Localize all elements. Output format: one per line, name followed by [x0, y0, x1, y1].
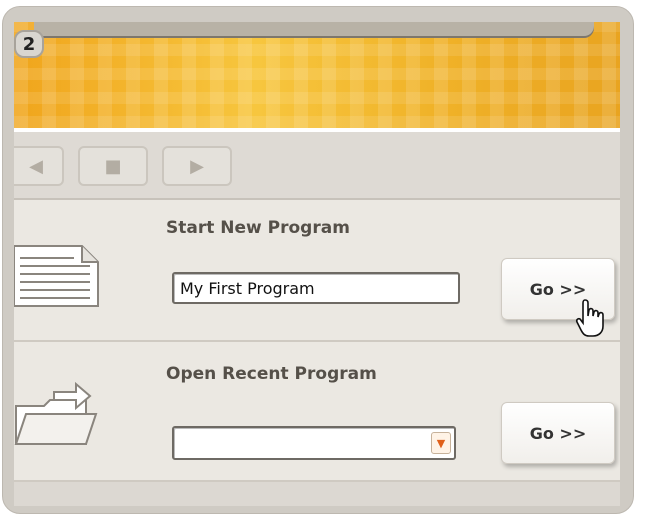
- open-recent-program-panel: Open Recent Program ▼ Go >>: [14, 342, 620, 482]
- start-new-go-label: Go >>: [529, 279, 587, 299]
- bottom-bar: [14, 482, 620, 506]
- back-arrow-icon: ◀: [29, 155, 43, 177]
- back-button[interactable]: ◀: [14, 146, 64, 186]
- stop-square-icon: ■: [104, 155, 122, 177]
- step-number-badge: 2: [14, 30, 44, 58]
- banner-top-bar: [34, 22, 594, 36]
- folder-open-icon: [14, 381, 98, 445]
- play-arrow-icon: ▶: [190, 155, 204, 177]
- recent-program-select[interactable]: ▼: [172, 426, 456, 460]
- header-banner: [14, 22, 620, 128]
- play-button[interactable]: ▶: [162, 146, 232, 186]
- open-recent-program-title: Open Recent Program: [166, 364, 377, 384]
- document-icon: [14, 245, 99, 307]
- hand-pointer-cursor-icon: [575, 299, 604, 337]
- open-recent-go-button[interactable]: Go >>: [501, 402, 615, 464]
- program-name-input[interactable]: [172, 272, 460, 304]
- stop-button[interactable]: ■: [78, 146, 148, 186]
- dropdown-arrow-icon[interactable]: ▼: [431, 432, 451, 454]
- open-recent-go-label: Go >>: [529, 423, 587, 443]
- program-launcher-window: ◀ ■ ▶ Start New Program Go >>: [14, 22, 620, 506]
- start-new-program-title: Start New Program: [166, 218, 350, 238]
- navigation-strip: ◀ ■ ▶: [14, 132, 620, 200]
- start-new-program-panel: Start New Program Go >>: [14, 200, 620, 342]
